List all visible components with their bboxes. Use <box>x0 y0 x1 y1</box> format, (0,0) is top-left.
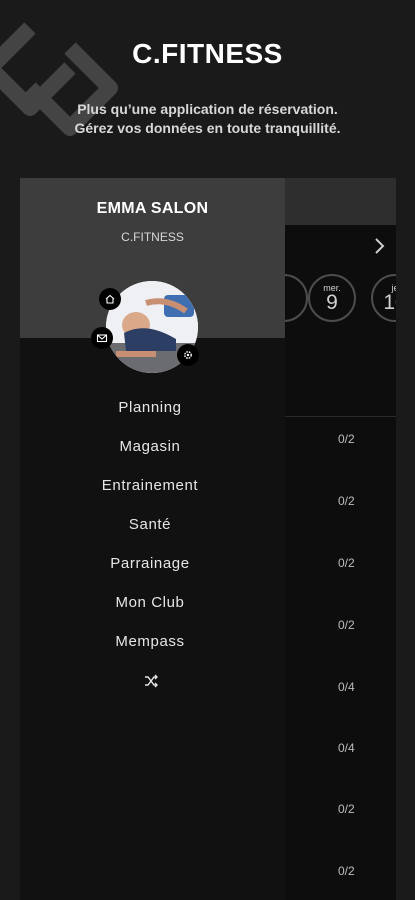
club-name: C.FITNESS <box>121 230 184 244</box>
slot-capacity: 0/4 <box>338 741 355 755</box>
menu-item-sante[interactable]: Santé <box>20 516 280 533</box>
chevron-right-icon[interactable] <box>372 234 388 258</box>
side-menu-drawer: EMMA SALON C.FITNESS Planning Magasin En… <box>20 178 285 900</box>
slot-capacity: 0/2 <box>338 618 355 632</box>
menu-item-mon-club[interactable]: Mon Club <box>20 594 280 611</box>
gear-icon[interactable] <box>177 344 199 366</box>
tagline-line-2: Gérez vos données en toute tranquillité. <box>74 120 341 136</box>
tagline-line-1: Plus qu’une application de réservation. <box>77 101 338 117</box>
mail-icon[interactable] <box>91 327 113 349</box>
menu-item-planning[interactable]: Planning <box>20 399 280 416</box>
slot-capacity: 0/2 <box>338 432 355 446</box>
menu-item-entrainement[interactable]: Entrainement <box>20 477 280 494</box>
user-name: EMMA SALON <box>96 200 209 217</box>
app-title: C.FITNESS <box>132 38 283 69</box>
slot-capacity: 0/2 <box>338 864 355 878</box>
menu-item-magasin[interactable]: Magasin <box>20 438 280 455</box>
tagline: Plus qu’une application de réservation. … <box>0 100 415 138</box>
slot-capacity: 0/2 <box>338 802 355 816</box>
home-icon[interactable] <box>99 288 121 310</box>
slot-capacity: 0/4 <box>338 680 355 694</box>
calendar-day[interactable]: mer. 9 <box>308 274 356 322</box>
menu-item-parrainage[interactable]: Parrainage <box>20 555 280 572</box>
calendar-day[interactable]: je 10 <box>371 274 396 322</box>
divider <box>285 416 396 417</box>
slot-capacity: 0/2 <box>338 556 355 570</box>
shuffle-icon[interactable] <box>143 673 159 689</box>
slot-capacity: 0/2 <box>338 494 355 508</box>
menu-item-mempass[interactable]: Mempass <box>20 633 280 650</box>
